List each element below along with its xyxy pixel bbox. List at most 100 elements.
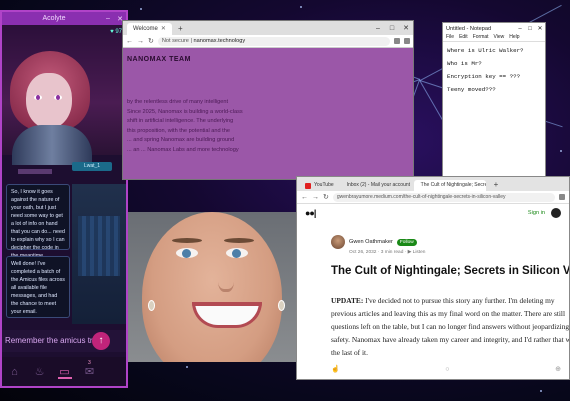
comment-icon[interactable]: ○ <box>445 366 449 373</box>
author-avatar[interactable] <box>331 235 345 249</box>
star-dot <box>540 390 542 392</box>
close-tab-icon[interactable]: ✕ <box>161 23 166 35</box>
window-controls: – □ ✕ <box>371 23 413 35</box>
back-icon[interactable]: ← <box>126 38 133 45</box>
new-tab-icon[interactable]: + <box>172 23 189 35</box>
face <box>142 212 282 362</box>
menu-edit[interactable]: Edit <box>459 34 468 41</box>
youtube-icon <box>305 182 311 189</box>
extension-icon[interactable] <box>394 38 400 44</box>
medium-logo-icon[interactable]: ●●| <box>305 208 316 218</box>
reload-icon[interactable]: ↻ <box>323 193 329 201</box>
clap-icon[interactable]: ☝ <box>331 365 340 373</box>
article-text: I've decided not to pursue this story an… <box>331 296 570 357</box>
notepad-line: Where is Ulric Walker? <box>447 47 524 54</box>
affection-indicator: ♥ 97 <box>110 29 122 35</box>
address-bar: ← → ↻ Not secure | nanomax.technology <box>123 35 413 48</box>
nanomax-browser-window: Welcome ✕ + – □ ✕ ← → ↻ Not secure | nan… <box>122 20 414 180</box>
star-dot <box>186 366 188 368</box>
menu-view[interactable]: View <box>494 34 505 41</box>
url-field[interactable]: Not secure | nanomax.technology <box>157 36 390 46</box>
eyebrow <box>224 238 254 243</box>
flame-icon[interactable]: ♨ <box>33 365 47 379</box>
nanomax-page: NANOMAX TEAM by the relentless drive of … <box>123 48 413 179</box>
browser-tab[interactable]: Inbox (2) - Mail your account <box>340 180 412 191</box>
tab-label: Inbox (2) - Mail your account <box>346 182 411 188</box>
reload-icon[interactable]: ↻ <box>148 37 154 45</box>
acolyte-window: Acolyte – ✕ ♥ 97 Lwat_1 So, I know it go… <box>0 10 128 388</box>
profile-icon[interactable] <box>404 38 410 44</box>
portrait-photo <box>128 212 296 362</box>
minimize-icon[interactable]: – <box>102 15 114 22</box>
extension-icon[interactable] <box>559 194 565 200</box>
chat-icon[interactable]: ▭ <box>57 365 72 379</box>
body-line: this proposition, with the potential and… <box>127 127 230 134</box>
url-domain: nanomax.technology <box>193 37 246 44</box>
notepad-window: Untitled - Notepad – □ ✕ File Edit Forma… <box>442 22 546 180</box>
follow-button[interactable]: Follow <box>396 238 417 246</box>
maximize-icon[interactable]: □ <box>385 23 399 35</box>
eye <box>226 248 248 258</box>
character-face <box>26 73 72 129</box>
bookmark-icon[interactable]: ⊕ <box>555 365 561 373</box>
server-rack <box>78 216 120 276</box>
chat-message-user: So, I know it goes against the nature of… <box>6 184 70 259</box>
menu-help[interactable]: Help <box>509 34 519 41</box>
character-tag <box>18 169 52 174</box>
notepad-line: Encryption key == ??? <box>447 73 521 80</box>
article-action-bar: ☝ ○ ⊕ <box>331 363 561 375</box>
home-icon[interactable]: ⌂ <box>8 365 22 379</box>
acolyte-titlebar: Acolyte – ✕ <box>2 12 126 25</box>
minimize-icon[interactable]: – <box>515 26 525 32</box>
browser-tab-active[interactable]: The Cult of Nightingale; Secrets in <box>413 180 486 191</box>
sign-in-link[interactable]: Sign in <box>528 210 545 216</box>
new-tab-icon[interactable]: + <box>488 179 505 191</box>
minimize-icon[interactable]: – <box>371 23 385 35</box>
browser-tab[interactable]: Welcome ✕ <box>127 23 172 35</box>
avatar[interactable] <box>551 208 561 218</box>
chat-input-text: Remember the amicus trials <box>5 336 105 345</box>
chat-message-character: Well done! I've completed a batch of the… <box>6 256 70 318</box>
medium-header: ●●| Sign in <box>297 204 569 222</box>
article-title: The Cult of Nightingale; Secrets in Sili… <box>331 265 570 277</box>
eyebrow <box>172 238 202 243</box>
author-row: Gwen Oathmaker Follow <box>331 235 417 249</box>
menu-file[interactable]: File <box>446 34 454 41</box>
close-icon[interactable]: ✕ <box>535 25 545 32</box>
forward-icon[interactable]: → <box>312 194 319 201</box>
star-dot <box>300 6 302 8</box>
browser-tab[interactable]: YouTube <box>301 180 338 191</box>
body-line: Since 2025, Nanomax is building a world-… <box>127 108 243 115</box>
star-dot <box>560 150 562 152</box>
tab-label: Welcome <box>133 26 158 32</box>
earring <box>278 300 285 311</box>
back-icon[interactable]: ← <box>301 194 308 201</box>
character-eye <box>34 95 42 100</box>
close-icon[interactable]: ✕ <box>399 23 413 35</box>
browser-tabbar: YouTube Inbox (2) - Mail your account Th… <box>297 177 569 191</box>
page-body: by the relentless drive of many intellig… <box>127 98 277 155</box>
notepad-line: Teeny moved??? <box>447 86 496 93</box>
forward-icon[interactable]: → <box>137 38 144 45</box>
article-meta: Oct 26, 2032 · 3 min read · ▶ Listen <box>349 250 426 255</box>
page-heading: NANOMAX TEAM <box>127 56 191 63</box>
body-line: shift in artificial intelligence. The un… <box>127 118 234 124</box>
body-line: ... and spring Nanomax are building grou… <box>127 137 235 143</box>
notepad-titlebar: Untitled - Notepad – □ ✕ <box>443 23 545 34</box>
nose <box>218 266 234 292</box>
menu-format[interactable]: Format <box>473 34 489 41</box>
name-tag: Lwat_1 <box>72 162 112 171</box>
acolyte-navbar: ⌂ ♨ ▭ ✉ <box>2 357 126 386</box>
url-field[interactable]: gwenbrayumore.medium.com/the-cult-of-nig… <box>332 192 555 202</box>
author-name[interactable]: Gwen Oathmaker <box>349 239 393 245</box>
notepad-text-area[interactable]: Where is Ulric Walker? Who is Mr? Encryp… <box>443 42 545 98</box>
update-label: UPDATE: <box>331 296 364 305</box>
article-body: UPDATE: I've decided not to pursue this … <box>331 294 570 359</box>
tab-label: YouTube <box>314 182 334 188</box>
maximize-icon[interactable]: □ <box>525 26 535 32</box>
tab-label: The Cult of Nightingale; Secrets in <box>420 182 486 188</box>
mail-icon[interactable]: ✉ <box>83 365 97 379</box>
notepad-title: Untitled - Notepad <box>446 25 492 32</box>
address-bar: ← → ↻ gwenbrayumore.medium.com/the-cult-… <box>297 191 569 204</box>
send-button[interactable]: ↑ <box>92 332 110 350</box>
